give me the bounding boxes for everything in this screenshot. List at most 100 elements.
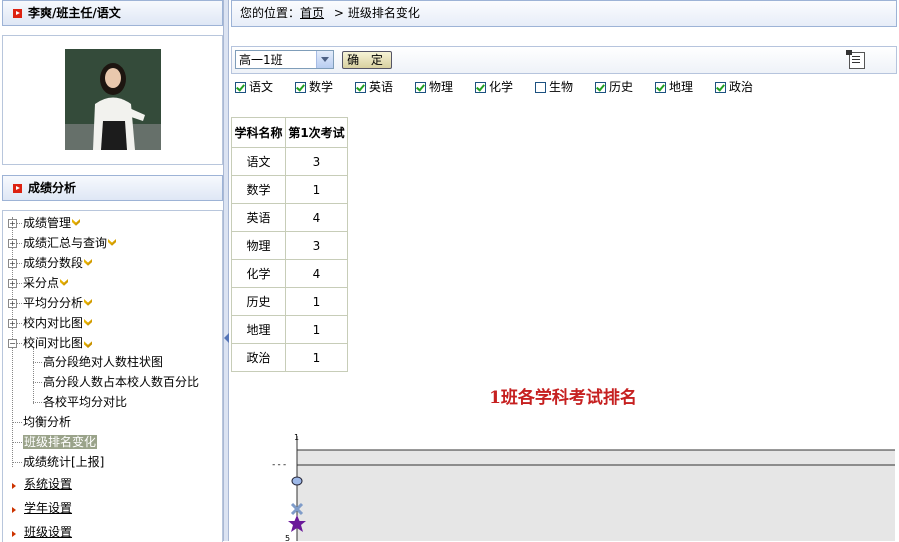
- checkbox-icon[interactable]: [295, 82, 306, 93]
- cell-subject: 数学: [231, 175, 286, 204]
- class-select-value: 高一1班: [239, 53, 283, 67]
- sidebar-splitter[interactable]: [223, 0, 229, 541]
- checkbox-politics[interactable]: 政治: [715, 80, 753, 94]
- cell-subject: 政治: [231, 343, 286, 372]
- chevron-icon: [108, 239, 117, 246]
- checkbox-chemistry[interactable]: 化学: [475, 80, 513, 94]
- red-bullet-icon: [13, 9, 22, 18]
- left-sidebar: 李爽/班主任/语文 成绩分析 + 成绩管理 + 成绩汇总与查询 + 成绩分数段 …: [0, 0, 223, 542]
- checkbox-chinese[interactable]: 语文: [235, 80, 273, 94]
- checkbox-geography[interactable]: 地理: [655, 80, 693, 94]
- table-row: 地理 1: [231, 315, 348, 344]
- tree-item-average-analysis[interactable]: 平均分分析: [23, 296, 93, 310]
- y-tick-label: 5: [285, 534, 290, 541]
- rank-table: 学科名称 第1次考试 语文 3 数学 1 英语 4 物理 3 化学 4 历史 1 地理 1 政…: [231, 117, 348, 372]
- chevron-icon: [84, 319, 93, 326]
- checkbox-icon[interactable]: [655, 82, 666, 93]
- dropdown-arrow-icon[interactable]: [316, 51, 333, 68]
- tree-item-high-band-count[interactable]: 高分段绝对人数柱状图: [43, 355, 163, 369]
- photo-panel: [2, 35, 223, 165]
- person-photo-icon: [65, 49, 161, 150]
- tree-item-inter-school-chart[interactable]: 校间对比图: [23, 336, 93, 350]
- tree-item-high-band-percent[interactable]: 高分段人数占本校人数百分比: [43, 375, 199, 389]
- tree-item-grade-stats-report[interactable]: 成绩统计[上报]: [23, 455, 104, 469]
- breadcrumb: 您的位置：首页 > 班级排名变化: [231, 0, 897, 27]
- header-subject: 学科名称: [231, 117, 286, 148]
- tree-item-school-average[interactable]: 各校平均分对比: [43, 395, 127, 409]
- checkbox-icon[interactable]: [415, 82, 426, 93]
- table-row: 英语 4: [231, 203, 348, 232]
- menu-class-settings[interactable]: 班级设置: [24, 525, 72, 539]
- y-tick-label: ---: [271, 460, 287, 470]
- arrow-right-icon: [12, 531, 16, 537]
- confirm-button[interactable]: 确 定: [342, 51, 392, 69]
- checkbox-icon[interactable]: [235, 82, 246, 93]
- cell-subject: 地理: [231, 315, 286, 344]
- cell-subject: 化学: [231, 259, 286, 288]
- table-row: 化学 4: [231, 259, 348, 288]
- collapse-arrow-icon[interactable]: [224, 333, 229, 343]
- chevron-icon: [60, 279, 69, 286]
- tree-item-balance-analysis[interactable]: 均衡分析: [23, 415, 71, 429]
- checkbox-icon[interactable]: [715, 82, 726, 93]
- table-row: 数学 1: [231, 175, 348, 204]
- checkbox-physics[interactable]: 物理: [415, 80, 453, 94]
- tree-line: [33, 348, 34, 404]
- tree-item-scoring-points[interactable]: 采分点: [23, 276, 69, 290]
- breadcrumb-separator: >: [333, 6, 344, 20]
- arrow-right-icon: [12, 507, 16, 513]
- class-select[interactable]: 高一1班: [235, 50, 334, 69]
- tree-item-class-rank-change[interactable]: 班级排名变化: [23, 435, 98, 449]
- user-header: 李爽/班主任/语文: [2, 0, 223, 26]
- tree-item-intra-school-chart[interactable]: 校内对比图: [23, 316, 93, 330]
- export-document-icon[interactable]: [846, 50, 865, 69]
- tree-item-score-band[interactable]: 成绩分数段: [23, 256, 93, 270]
- table-row: 语文 3: [231, 147, 348, 176]
- section-title: 成绩分析: [28, 181, 77, 195]
- rank-chart: 1 --- 5: [271, 433, 895, 541]
- filter-toolbar: 高一1班 确 定: [231, 46, 897, 74]
- checkbox-icon[interactable]: [535, 82, 546, 93]
- breadcrumb-current: 班级排名变化: [347, 6, 420, 20]
- cell-subject: 语文: [231, 147, 286, 176]
- user-photo: [65, 49, 161, 150]
- table-header-row: 学科名称 第1次考试: [231, 117, 348, 148]
- user-title: 李爽/班主任/语文: [28, 6, 121, 20]
- nav-tree: + 成绩管理 + 成绩汇总与查询 + 成绩分数段 + 采分点 + 平均分分析 +…: [2, 210, 223, 542]
- checkbox-english[interactable]: 英语: [355, 80, 393, 94]
- table-row: 历史 1: [231, 287, 348, 316]
- cell-rank: 1: [285, 287, 348, 316]
- header-exam-1: 第1次考试: [285, 117, 348, 148]
- cell-rank: 1: [285, 175, 348, 204]
- cell-rank: 3: [285, 147, 348, 176]
- series-marker-circle: [291, 476, 303, 486]
- y-tick-label: 1: [294, 433, 299, 442]
- cell-rank: 1: [285, 343, 348, 372]
- checkbox-icon[interactable]: [475, 82, 486, 93]
- cell-rank: 1: [285, 315, 348, 344]
- tree-item-grade-manage[interactable]: 成绩管理: [23, 216, 81, 230]
- chevron-up-icon: [84, 341, 93, 348]
- red-bullet-icon: [13, 184, 22, 193]
- cell-subject: 历史: [231, 287, 286, 316]
- cell-subject: 物理: [231, 231, 286, 260]
- cell-rank: 3: [285, 231, 348, 260]
- checkbox-icon[interactable]: [595, 82, 606, 93]
- checkbox-history[interactable]: 历史: [595, 80, 633, 94]
- arrow-right-icon: [12, 483, 16, 489]
- breadcrumb-home-link[interactable]: 首页: [300, 6, 324, 20]
- tree-item-summary-query[interactable]: 成绩汇总与查询: [23, 236, 117, 250]
- checkbox-biology[interactable]: 生物: [535, 80, 573, 94]
- checkbox-math[interactable]: 数学: [295, 80, 333, 94]
- chevron-icon: [84, 259, 93, 266]
- cell-rank: 4: [285, 259, 348, 288]
- table-row: 政治 1: [231, 343, 348, 372]
- table-row: 物理 3: [231, 231, 348, 260]
- checkbox-icon[interactable]: [355, 82, 366, 93]
- breadcrumb-prefix: 您的位置：: [240, 6, 301, 20]
- menu-school-year-settings[interactable]: 学年设置: [24, 501, 72, 515]
- section-header: 成绩分析: [2, 175, 223, 201]
- menu-system-settings[interactable]: 系统设置: [24, 477, 72, 491]
- cell-subject: 英语: [231, 203, 286, 232]
- cell-rank: 4: [285, 203, 348, 232]
